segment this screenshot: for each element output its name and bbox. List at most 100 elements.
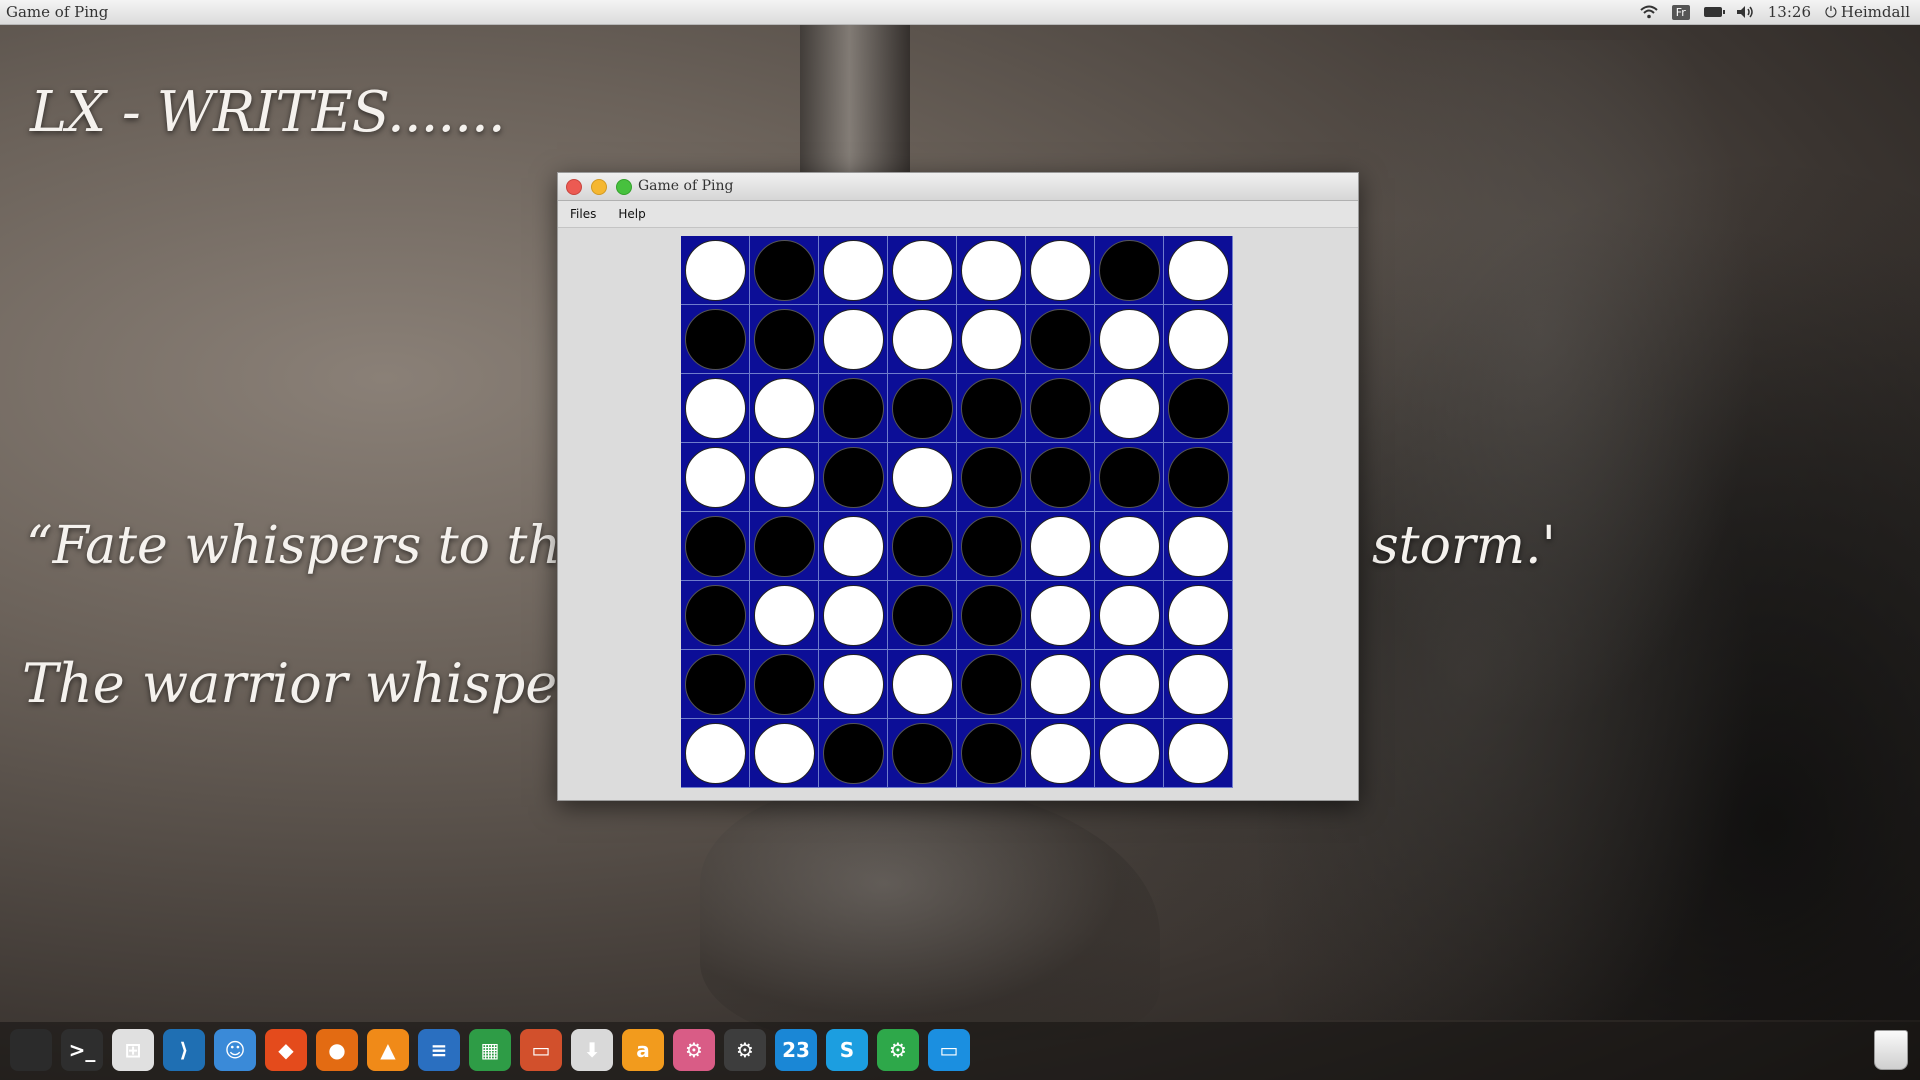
board-cell[interactable] <box>888 650 957 719</box>
board-cell[interactable] <box>1026 719 1095 788</box>
board-cell[interactable] <box>957 650 1026 719</box>
board-cell[interactable] <box>1026 305 1095 374</box>
window-titlebar[interactable]: Game of Ping <box>558 173 1358 201</box>
battery-icon[interactable] <box>1703 7 1725 17</box>
board-cell[interactable] <box>1164 581 1233 650</box>
board-cell[interactable] <box>1095 650 1164 719</box>
keyboard-layout-indicator[interactable]: Fr <box>1671 4 1690 20</box>
board-cell[interactable] <box>819 374 888 443</box>
board-cell[interactable] <box>819 236 888 305</box>
board-cell[interactable] <box>957 305 1026 374</box>
board-cell[interactable] <box>1095 236 1164 305</box>
board-cell[interactable] <box>750 581 819 650</box>
board-cell[interactable] <box>1095 512 1164 581</box>
close-button[interactable] <box>566 179 582 195</box>
board-cell[interactable] <box>750 719 819 788</box>
impress-icon[interactable]: ▭ <box>520 1029 562 1071</box>
wifi-icon[interactable] <box>1640 5 1658 19</box>
writer-icon[interactable]: ≡ <box>418 1029 460 1071</box>
board-cell[interactable] <box>750 236 819 305</box>
board-cell[interactable] <box>1026 650 1095 719</box>
board-cell[interactable] <box>681 443 750 512</box>
board-cell[interactable] <box>819 512 888 581</box>
clock[interactable]: 13:26 <box>1768 3 1811 21</box>
board-cell[interactable] <box>750 512 819 581</box>
board-cell[interactable] <box>957 719 1026 788</box>
session-menu[interactable]: ⏻ Heimdall <box>1825 3 1910 21</box>
board-cell[interactable] <box>1164 305 1233 374</box>
calc-icon[interactable]: ▦ <box>469 1029 511 1071</box>
board-cell[interactable] <box>1164 236 1233 305</box>
board-cell[interactable] <box>888 581 957 650</box>
white-piece <box>1098 722 1160 784</box>
calendar-icon[interactable]: 23 <box>775 1029 817 1071</box>
dock: >_ ⊞ ⟩ ☺ ◆ ● ▲ ≡ ▦ ▭ ⬇ a ⚙ ⚙ 23 S ⚙ ▭ <box>0 1022 1920 1080</box>
minimize-button[interactable] <box>591 179 607 195</box>
terminal-icon[interactable]: >_ <box>61 1029 103 1071</box>
board-cell[interactable] <box>681 581 750 650</box>
black-piece <box>891 722 953 784</box>
board-cell[interactable] <box>1095 305 1164 374</box>
board-cell[interactable] <box>1026 581 1095 650</box>
menu-files[interactable]: Files <box>570 207 596 221</box>
board-cell[interactable] <box>888 236 957 305</box>
board-cell[interactable] <box>1026 443 1095 512</box>
board-cell[interactable] <box>819 443 888 512</box>
white-piece <box>1167 722 1229 784</box>
installer-icon[interactable]: ⬇ <box>571 1029 613 1071</box>
firefox-icon[interactable]: ● <box>316 1029 358 1071</box>
board-cell[interactable] <box>957 236 1026 305</box>
board-cell[interactable] <box>750 374 819 443</box>
board-cell[interactable] <box>1164 719 1233 788</box>
trash-icon[interactable] <box>1874 1030 1908 1070</box>
board-cell[interactable] <box>1164 650 1233 719</box>
board-cell[interactable] <box>819 719 888 788</box>
board-cell[interactable] <box>1095 443 1164 512</box>
menu-help[interactable]: Help <box>618 207 645 221</box>
board-cell[interactable] <box>1026 236 1095 305</box>
board-cell[interactable] <box>1095 719 1164 788</box>
volume-icon[interactable] <box>1736 5 1754 19</box>
board-cell[interactable] <box>819 650 888 719</box>
board-cell[interactable] <box>888 443 957 512</box>
board-cell[interactable] <box>1164 512 1233 581</box>
board-cell[interactable] <box>1095 581 1164 650</box>
mail-icon[interactable]: ▭ <box>928 1029 970 1071</box>
skype-icon[interactable]: S <box>826 1029 868 1071</box>
board-cell[interactable] <box>1164 443 1233 512</box>
board-cell[interactable] <box>681 236 750 305</box>
board-cell[interactable] <box>888 374 957 443</box>
board-cell[interactable] <box>681 512 750 581</box>
board-cell[interactable] <box>819 305 888 374</box>
maximize-button[interactable] <box>616 179 632 195</box>
finder-icon[interactable]: ☺ <box>214 1029 256 1071</box>
board-cell[interactable] <box>681 374 750 443</box>
amazon-icon[interactable]: a <box>622 1029 664 1071</box>
settings-pink-icon[interactable]: ⚙ <box>673 1029 715 1071</box>
board-cell[interactable] <box>888 719 957 788</box>
board-cell[interactable] <box>1026 374 1095 443</box>
board-cell[interactable] <box>681 305 750 374</box>
board-cell[interactable] <box>957 512 1026 581</box>
system-settings-icon[interactable]: ⚙ <box>724 1029 766 1071</box>
board-cell[interactable] <box>750 443 819 512</box>
windows-icon[interactable]: ⊞ <box>112 1029 154 1071</box>
board-cell[interactable] <box>888 512 957 581</box>
board-cell[interactable] <box>1095 374 1164 443</box>
board-cell[interactable] <box>819 581 888 650</box>
board-cell[interactable] <box>681 719 750 788</box>
vlc-icon[interactable]: ▲ <box>367 1029 409 1071</box>
board-cell[interactable] <box>957 581 1026 650</box>
board-cell[interactable] <box>750 650 819 719</box>
vscode-icon[interactable]: ⟩ <box>163 1029 205 1071</box>
brave-icon[interactable]: ◆ <box>265 1029 307 1071</box>
apple-icon[interactable] <box>10 1029 52 1071</box>
board-cell[interactable] <box>1164 374 1233 443</box>
board-cell[interactable] <box>750 305 819 374</box>
gear-green-icon[interactable]: ⚙ <box>877 1029 919 1071</box>
board-cell[interactable] <box>957 443 1026 512</box>
board-cell[interactable] <box>681 650 750 719</box>
board-cell[interactable] <box>888 305 957 374</box>
board-cell[interactable] <box>1026 512 1095 581</box>
board-cell[interactable] <box>957 374 1026 443</box>
